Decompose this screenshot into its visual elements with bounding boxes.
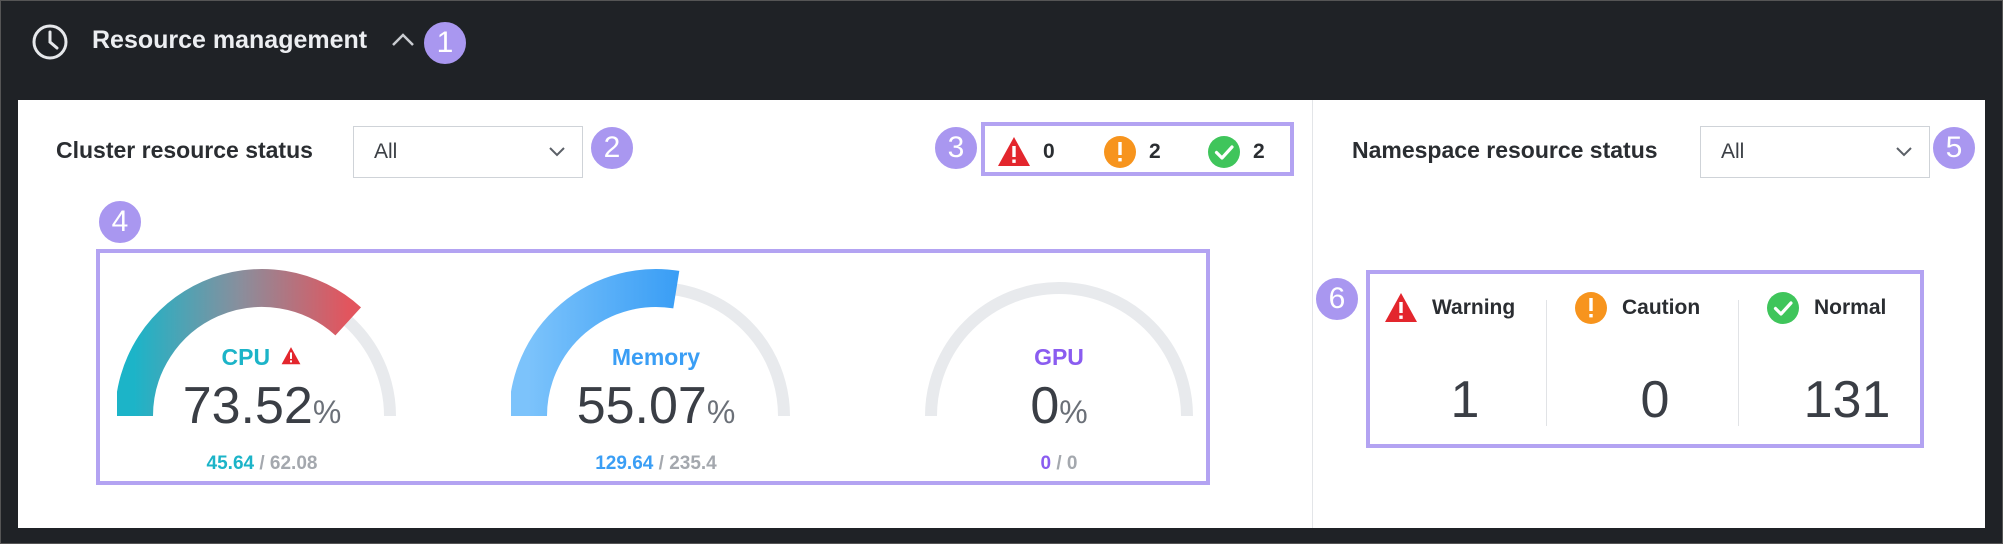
summary-warning-count: 0	[1043, 140, 1055, 163]
warning-icon	[282, 347, 301, 365]
gpu-total: 0	[1066, 453, 1078, 474]
cluster-filter-select[interactable]: All	[353, 126, 583, 178]
memory-used: 129.64	[595, 453, 654, 474]
cpu-label-text: CPU	[221, 344, 271, 370]
callout-badge-4: 4	[97, 199, 143, 245]
chevron-down-icon	[549, 147, 565, 157]
cluster-status-summary: 0 2 2	[981, 122, 1294, 176]
memory-label: Memory	[511, 344, 801, 371]
gauge-cpu: CPU 73.52% 45.64 / 62.08	[117, 262, 407, 474]
cpu-usage: 45.64 / 62.08	[206, 453, 318, 474]
chevron-down-icon	[1896, 147, 1912, 157]
namespace-normal-count: 131	[1803, 371, 1891, 429]
caution-icon	[1104, 136, 1136, 168]
gpu-label-text: GPU	[1034, 344, 1084, 370]
summary-normal-count: 2	[1253, 140, 1265, 163]
clock-icon	[32, 24, 68, 60]
gauge-gpu: GPU 0% 0 / 0	[914, 262, 1204, 474]
memory-percentage: 55.07%	[511, 376, 801, 436]
gpu-label: GPU	[914, 344, 1204, 371]
namespace-warning-label: Warning	[1432, 296, 1516, 319]
namespace-status-summary: Warning 1 Caution 0 Normal 131	[1366, 270, 1924, 448]
summary-normal[interactable]: 2	[1207, 135, 1265, 169]
namespace-divider	[1546, 300, 1547, 426]
summary-caution[interactable]: 2	[1103, 135, 1161, 169]
callout-badge-5: 5	[1931, 125, 1977, 171]
callout-badge-6: 6	[1314, 276, 1360, 322]
namespace-filter-select[interactable]: All	[1700, 126, 1930, 178]
memory-usage: 129.64 / 235.4	[595, 453, 717, 474]
chevron-up-icon[interactable]	[390, 30, 416, 50]
namespace-warning-count: 1	[1450, 371, 1480, 429]
memory-pct-sign: %	[706, 394, 736, 430]
cpu-percentage: 73.52%	[117, 376, 407, 436]
warning-icon	[1385, 293, 1417, 322]
callout-badge-3: 3	[933, 125, 979, 171]
gpu-pct-sign: %	[1059, 394, 1088, 430]
memory-value: 55.07	[576, 377, 707, 435]
normal-icon	[1208, 136, 1240, 168]
gpu-percentage: 0%	[914, 376, 1204, 436]
callout-badge-1: 1	[422, 20, 468, 66]
gauge-memory: Memory 55.07% 129.64 / 235.4	[511, 262, 801, 474]
cluster-section-title: Cluster resource status	[56, 137, 313, 163]
namespace-caution[interactable]: Caution 0	[1560, 274, 1750, 444]
namespace-caution-count: 0	[1640, 371, 1670, 429]
header-bar: Resource management	[0, 0, 2003, 100]
caution-icon	[1575, 292, 1607, 324]
memory-label-text: Memory	[611, 344, 701, 370]
gpu-used: 0	[1040, 453, 1052, 474]
cpu-used: 45.64	[206, 453, 255, 474]
cpu-pct-sign: %	[312, 394, 342, 430]
cluster-filter-value: All	[374, 140, 398, 163]
normal-icon	[1767, 292, 1799, 324]
callout-badge-2: 2	[589, 125, 635, 171]
cpu-value: 73.52	[182, 377, 313, 435]
namespace-filter-value: All	[1721, 140, 1745, 163]
gpu-value: 0	[1030, 377, 1060, 435]
namespace-normal[interactable]: Normal 131	[1752, 274, 1942, 444]
namespace-normal-label: Normal	[1814, 296, 1887, 319]
memory-total: 235.4	[669, 453, 717, 474]
namespace-caution-label: Caution	[1622, 296, 1701, 319]
namespace-warning[interactable]: Warning 1	[1370, 274, 1560, 444]
namespace-section-title: Namespace resource status	[1352, 137, 1658, 163]
cpu-total: 62.08	[269, 453, 318, 474]
summary-caution-count: 2	[1149, 140, 1161, 163]
warning-icon	[998, 137, 1030, 166]
cpu-label: CPU	[117, 344, 407, 371]
namespace-divider	[1738, 300, 1739, 426]
gpu-usage: 0 / 0	[1040, 453, 1078, 474]
page-title: Resource management	[92, 26, 368, 54]
summary-warning[interactable]: 0	[997, 135, 1055, 169]
panel-divider	[1312, 100, 1313, 528]
